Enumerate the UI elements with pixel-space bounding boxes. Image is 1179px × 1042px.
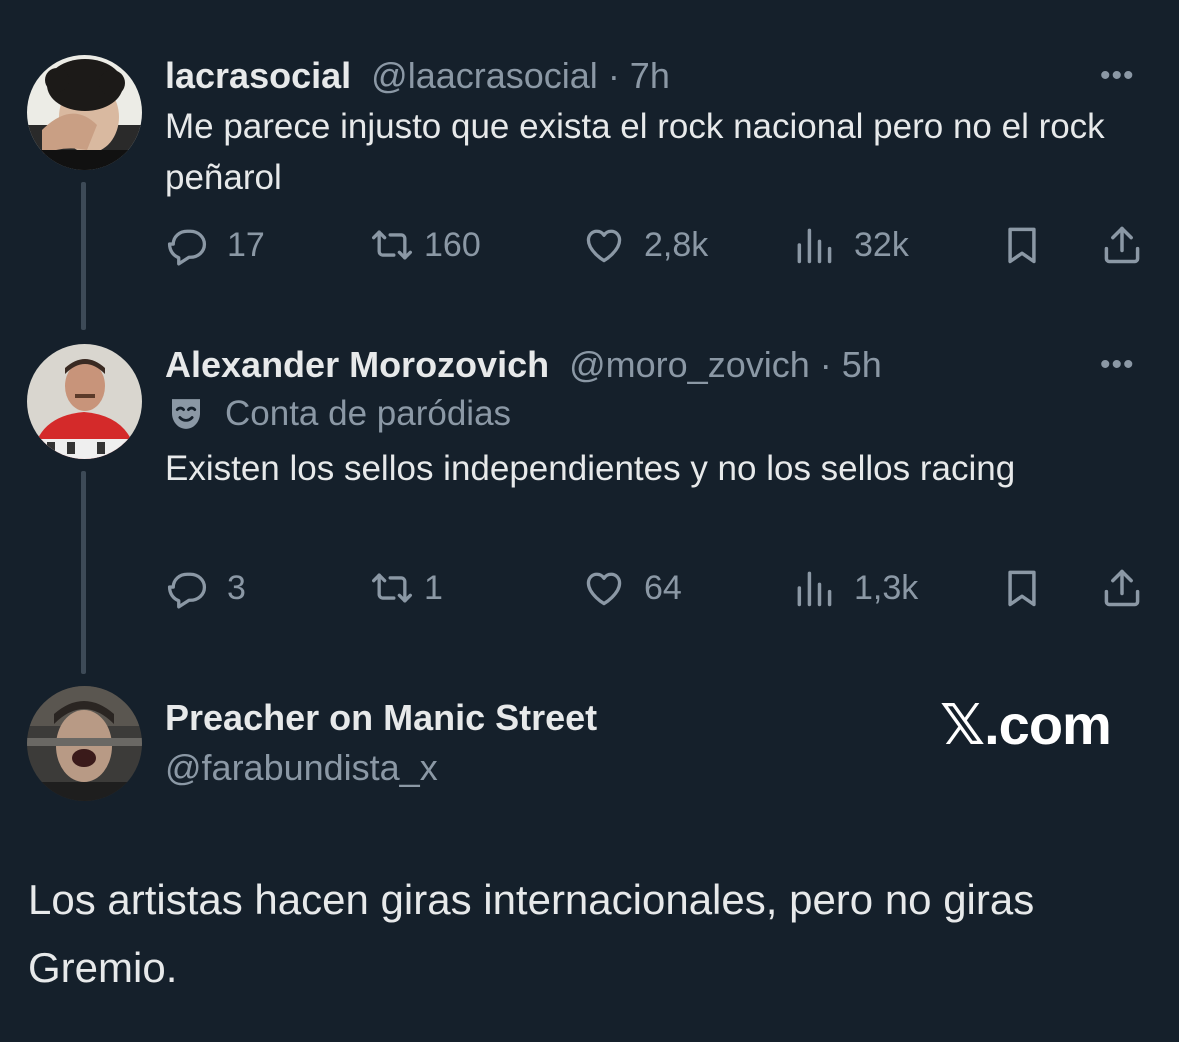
views-icon [792, 223, 836, 267]
views-icon [792, 566, 836, 610]
more-icon[interactable]: ••• [1100, 59, 1135, 93]
parody-label: Conta de paródias [165, 393, 511, 435]
quote-text: Los artistas hacen giras internacionales… [28, 876, 1035, 991]
reply-button[interactable]: 3 [165, 566, 246, 610]
avatar[interactable] [27, 55, 142, 170]
reply-count: 3 [227, 568, 246, 607]
like-icon [582, 223, 626, 267]
reply-button[interactable]: 17 [165, 223, 265, 267]
avatar[interactable] [27, 344, 142, 459]
share-button[interactable] [1100, 223, 1144, 267]
share-icon [1100, 223, 1144, 267]
author-handle[interactable]: @laacrasocial [371, 55, 598, 96]
tweet-text: Existen los sellos independientes y no l… [165, 449, 1016, 488]
views-count: 1,3k [854, 568, 919, 607]
retweet-icon [370, 566, 414, 610]
tweet-text: Me parece injusto que exista el rock nac… [165, 107, 1105, 197]
author-name[interactable]: Alexander Morozovich [165, 344, 549, 385]
tweet-actions: 17 160 2,8k 32k [165, 223, 1155, 273]
like-button[interactable]: 64 [582, 566, 682, 610]
views-button[interactable]: 1,3k [792, 566, 918, 610]
retweet-count: 1 [424, 568, 443, 607]
quote-author-handle[interactable]: @farabundista_x [165, 747, 438, 789]
like-count: 2,8k [644, 225, 709, 264]
bookmark-icon [1000, 223, 1044, 267]
reply-count: 17 [227, 225, 265, 264]
thread-line [81, 182, 86, 330]
retweet-button[interactable]: 1 [370, 566, 443, 610]
bookmark-button[interactable] [1000, 566, 1044, 610]
more-icon[interactable]: ••• [1100, 348, 1135, 382]
thread-line [81, 471, 86, 674]
author-handle[interactable]: @moro_zovich [569, 344, 810, 385]
reply-icon [165, 566, 209, 610]
quote-author-name[interactable]: Preacher on Manic Street [165, 697, 597, 739]
bookmark-button[interactable] [1000, 223, 1044, 267]
x-com-logo: 𝕏.com [940, 693, 1112, 756]
parody-text: Conta de paródias [225, 394, 512, 433]
author-name[interactable]: lacrasocial [165, 55, 351, 96]
like-icon [582, 566, 626, 610]
timestamp[interactable]: · 5h [820, 344, 882, 385]
avatar[interactable] [27, 686, 142, 801]
reply-icon [165, 223, 209, 267]
like-count: 64 [644, 568, 682, 607]
parody-mask-icon [165, 393, 207, 435]
views-button[interactable]: 32k [792, 223, 909, 267]
share-button[interactable] [1100, 566, 1144, 610]
share-icon [1100, 566, 1144, 610]
bookmark-icon [1000, 566, 1044, 610]
retweet-icon [370, 223, 414, 267]
retweet-count: 160 [424, 225, 481, 264]
tweet-actions: 3 1 64 1,3k [165, 566, 1155, 616]
timestamp[interactable]: · 7h [608, 55, 670, 96]
views-count: 32k [854, 225, 909, 264]
like-button[interactable]: 2,8k [582, 223, 708, 267]
retweet-button[interactable]: 160 [370, 223, 481, 267]
